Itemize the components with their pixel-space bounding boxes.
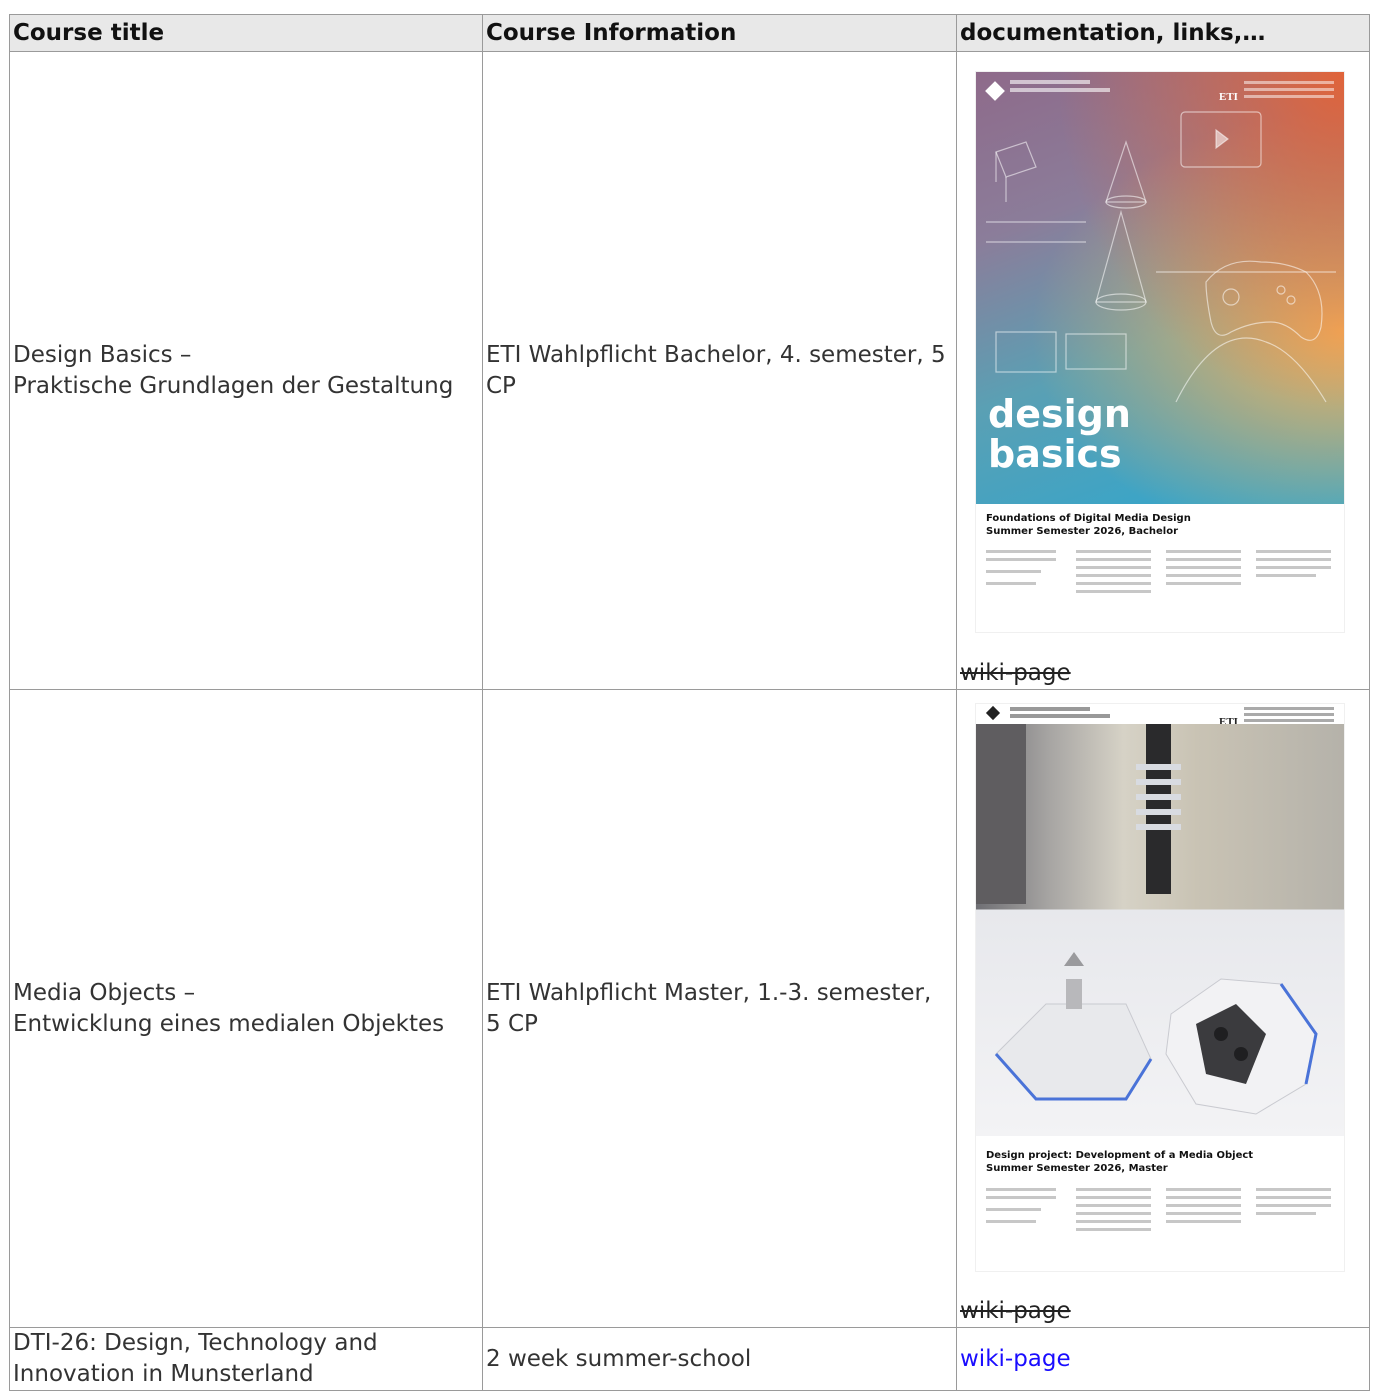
documentation-cell: ETI Design project: Development of a Med… [956, 689, 1370, 1328]
poster-subtitle: Design project: Development of a Media O… [986, 1149, 1253, 1175]
poster-title: design basics [988, 394, 1131, 474]
course-title-line2: Entwicklung eines medialen Objektes [13, 1010, 445, 1037]
course-title-line1: DTI-26: Design, Technology and [13, 1330, 378, 1356]
courses-table: Course title Course Information document… [9, 14, 1370, 1391]
wiki-page-link-disabled[interactable]: wiki-page [960, 658, 1071, 689]
poster-subtitle-line1: Foundations of Digital Media Design [986, 513, 1191, 524]
course-info-cell: ETI Wahlpflicht Master, 1.-3. semester, … [482, 689, 957, 1328]
table-row: DTI-26: Design, Technology and Innovatio… [9, 1327, 1370, 1391]
wiki-page-link[interactable]: wiki-page [960, 1346, 1071, 1372]
poster-subtitle-line1: Design project: Development of a Media O… [986, 1150, 1254, 1161]
course-title-cell: DTI-26: Design, Technology and Innovatio… [9, 1327, 483, 1391]
course-title-cell: Design Basics – Praktische Grundlagen de… [9, 51, 483, 690]
logo-text-line [1010, 80, 1090, 84]
department-text-line [1244, 88, 1334, 91]
documentation-cell: wiki-page [956, 1327, 1370, 1391]
logo-text-line [1010, 88, 1110, 92]
column-header-course-information: Course Information [482, 14, 957, 52]
course-title-line1: Media Objects – [13, 979, 196, 1006]
media-object-illustration [976, 724, 1318, 1115]
poster-title-line1: design [988, 392, 1131, 436]
poster-subtitle-line2: Summer Semester 2026, Master [986, 1163, 1168, 1174]
column-header-documentation: documentation, links,… [956, 14, 1370, 52]
course-info-cell: 2 week summer-school [482, 1327, 957, 1391]
documentation-cell: ETI design basics Foundations of Digital… [956, 51, 1370, 690]
design-basics-poster-image[interactable]: ETI design basics Foundations of Digital… [976, 72, 1344, 632]
university-logo-icon [985, 81, 1005, 101]
course-title-line1: Design Basics – [13, 341, 192, 368]
eti-mark: ETI [1219, 91, 1238, 103]
poster-title-line2: basics [988, 432, 1122, 476]
department-text-line [1244, 81, 1334, 84]
table-row: Design Basics – Praktische Grundlagen de… [9, 51, 1370, 690]
wiki-page-link-disabled[interactable]: wiki-page [960, 1296, 1071, 1327]
poster-header: ETI [976, 72, 1344, 112]
poster-subtitle-line2: Summer Semester 2026, Bachelor [986, 526, 1179, 537]
course-info-cell: ETI Wahlpflicht Bachelor, 4. semester, 5… [482, 51, 957, 690]
table-header-row: Course title Course Information document… [9, 14, 1370, 52]
column-header-course-title: Course title [9, 14, 483, 52]
department-text-line [1244, 95, 1334, 98]
table-row: Media Objects – Entwicklung eines medial… [9, 689, 1370, 1328]
media-objects-poster-image[interactable]: ETI Design project: Development of a Med… [976, 704, 1344, 1271]
course-title-line2: Praktische Grundlagen der Gestaltung [13, 372, 454, 399]
course-title-cell: Media Objects – Entwicklung eines medial… [9, 689, 483, 1328]
poster-subtitle: Foundations of Digital Media Design Summ… [986, 512, 1191, 538]
course-title-line2: Innovation in Munsterland [13, 1361, 314, 1387]
